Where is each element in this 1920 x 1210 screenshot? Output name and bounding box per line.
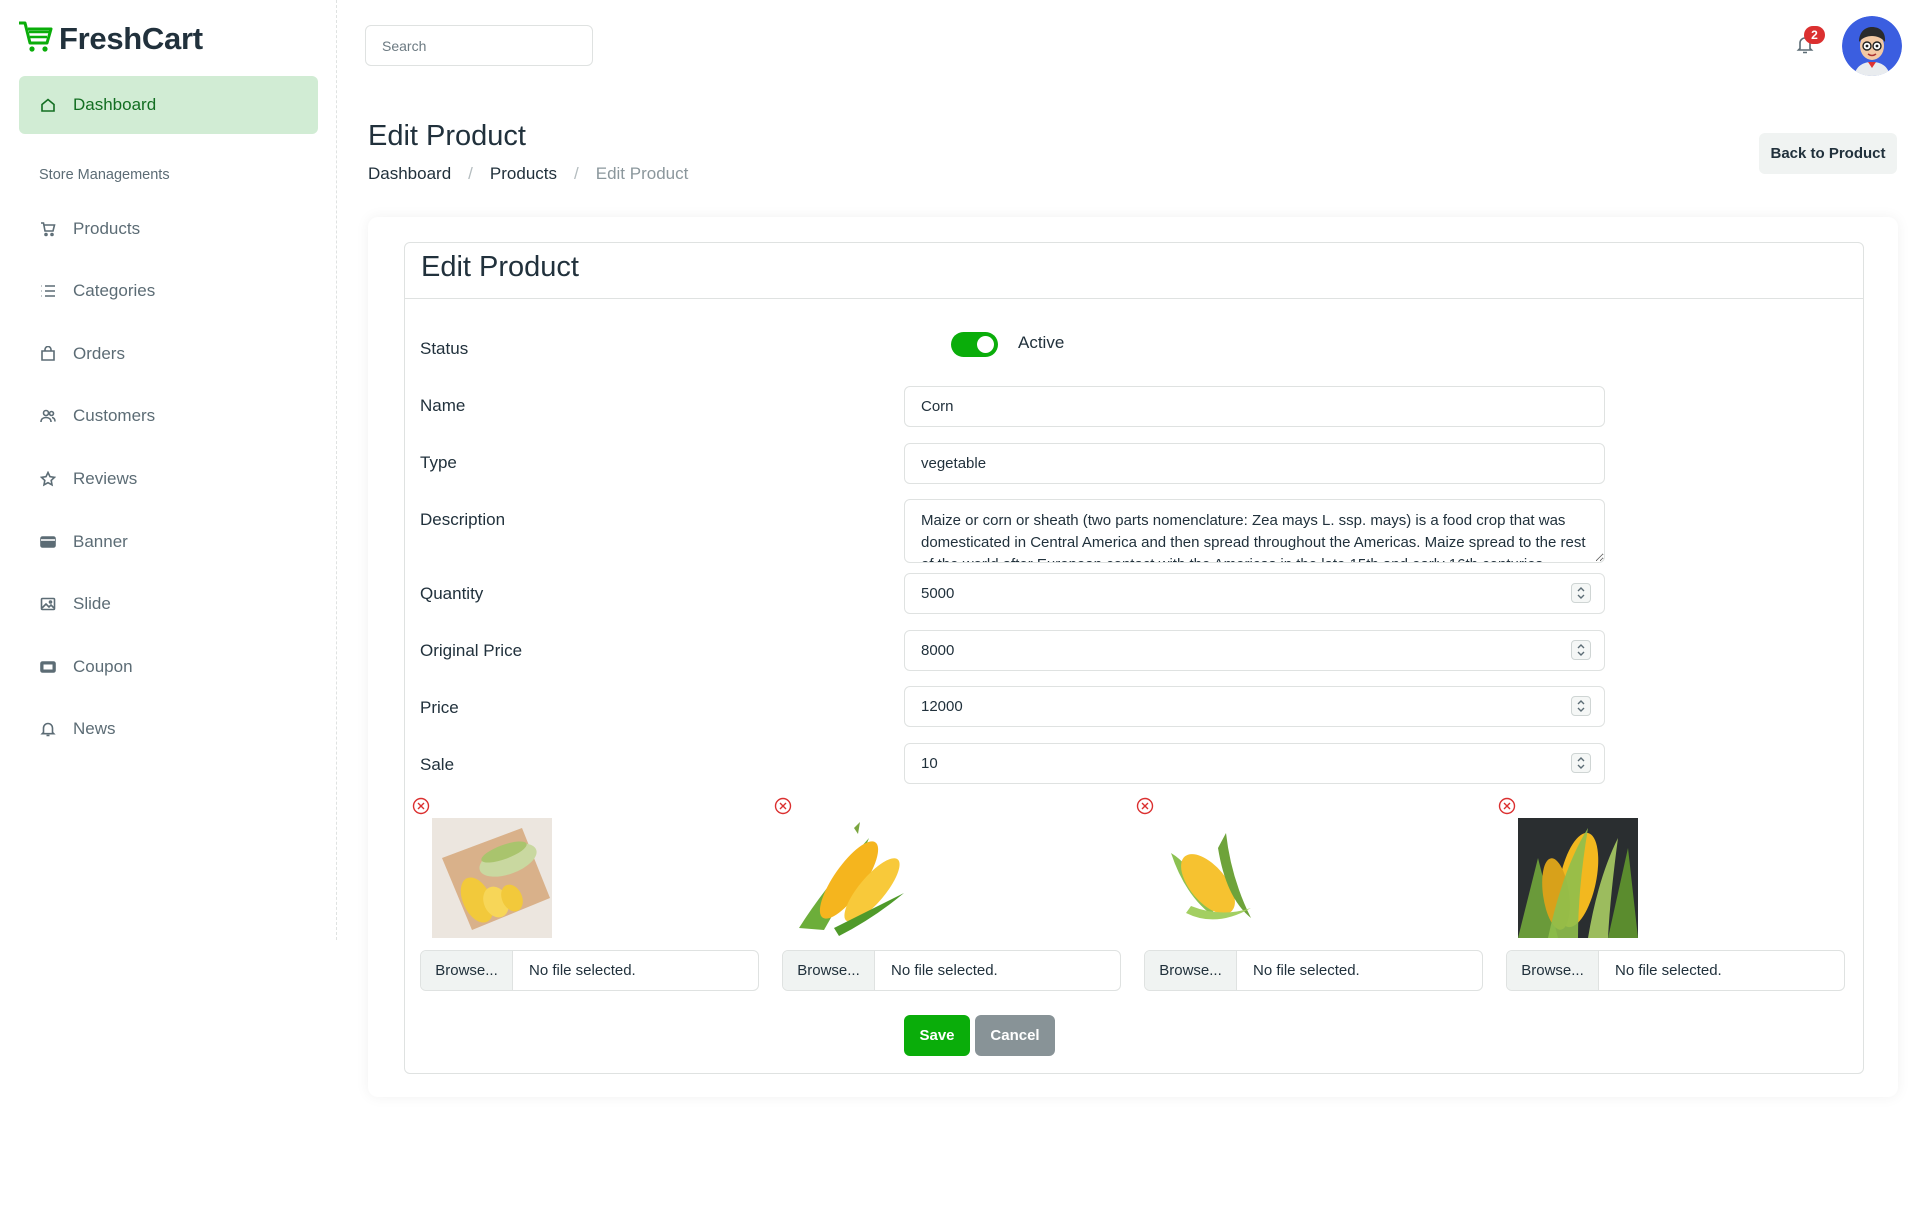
spinner-icon[interactable]	[1571, 583, 1591, 603]
browse-button[interactable]: Browse...	[421, 951, 513, 990]
type-input[interactable]	[904, 443, 1605, 484]
users-icon	[39, 407, 57, 425]
remove-image-icon[interactable]	[412, 797, 430, 815]
image-3-file-input[interactable]: Browse... No file selected.	[1144, 950, 1483, 991]
sidebar-item-label: Slide	[73, 594, 111, 613]
file-status: No file selected.	[1615, 962, 1722, 979]
back-to-product-button[interactable]: Back to Product	[1759, 133, 1897, 174]
sidebar-item-label: Dashboard	[73, 95, 157, 114]
sidebar-item-customers[interactable]: Customers	[19, 394, 318, 438]
sidebar-item-banner[interactable]: Banner	[19, 520, 318, 564]
product-image-2	[794, 818, 914, 938]
sale-input[interactable]	[904, 743, 1605, 784]
ticket-icon	[39, 658, 57, 676]
bag-icon	[39, 345, 57, 363]
sidebar-item-news[interactable]: News	[19, 707, 318, 751]
breadcrumb: Dashboard / Products / Edit Product	[368, 164, 688, 184]
sidebar-item-label: Banner	[73, 532, 128, 551]
image-1-file-input[interactable]: Browse... No file selected.	[420, 950, 759, 991]
logo[interactable]: FreshCart	[17, 20, 203, 58]
remove-image-icon[interactable]	[1136, 797, 1154, 815]
browse-button[interactable]: Browse...	[1145, 951, 1237, 990]
breadcrumb-separator: /	[574, 164, 579, 183]
app-name: FreshCart	[59, 21, 203, 56]
sidebar-item-coupon[interactable]: Coupon	[19, 645, 318, 689]
breadcrumb-separator: /	[468, 164, 473, 183]
save-button[interactable]: Save	[904, 1015, 970, 1056]
name-input[interactable]	[904, 386, 1605, 427]
description-textarea[interactable]: Maize or corn or sheath (two parts nomen…	[904, 499, 1605, 563]
sidebar-item-label: Reviews	[73, 469, 138, 488]
product-image-1	[432, 818, 552, 938]
status-toggle[interactable]	[951, 332, 998, 357]
page-title: Edit Product	[368, 120, 526, 152]
file-status: No file selected.	[1253, 962, 1360, 979]
status-value-label: Active	[1018, 333, 1065, 352]
shopping-cart-icon	[17, 20, 53, 59]
image-4-file-input[interactable]: Browse... No file selected.	[1506, 950, 1845, 991]
card-icon	[39, 533, 57, 551]
sidebar-item-dashboard[interactable]: Dashboard	[19, 76, 318, 134]
spinner-icon[interactable]	[1571, 696, 1591, 716]
home-icon	[39, 96, 57, 114]
cancel-button[interactable]: Cancel	[975, 1015, 1055, 1056]
sidebar-item-label: Products	[73, 219, 141, 238]
status-label: Status	[420, 339, 469, 358]
search-input[interactable]	[365, 25, 593, 66]
cart-icon	[39, 220, 57, 238]
quantity-stepper[interactable]	[904, 573, 1605, 614]
original-price-input[interactable]	[904, 630, 1605, 671]
list-icon	[39, 282, 57, 300]
price-label: Price	[420, 698, 459, 717]
bell-icon	[1796, 37, 1814, 59]
sidebar-section-heading: Store Managements	[39, 167, 170, 183]
sidebar-item-reviews[interactable]: Reviews	[19, 457, 318, 501]
original-price-label: Original Price	[420, 641, 523, 660]
product-image-3	[1156, 818, 1276, 938]
image-icon	[39, 595, 57, 613]
sidebar-item-products[interactable]: Products	[19, 207, 318, 251]
quantity-label: Quantity	[420, 584, 484, 603]
remove-image-icon[interactable]	[774, 797, 792, 815]
type-label: Type	[420, 453, 457, 472]
file-status: No file selected.	[529, 962, 636, 979]
browse-button[interactable]: Browse...	[1507, 951, 1599, 990]
sidebar: FreshCart Dashboard Store Managements Pr…	[0, 0, 337, 940]
price-input[interactable]	[904, 686, 1605, 727]
sidebar-item-orders[interactable]: Orders	[19, 332, 318, 376]
sale-label: Sale	[420, 755, 455, 774]
sidebar-item-slide[interactable]: Slide	[19, 582, 318, 626]
notification-badge: 2	[1804, 26, 1825, 44]
file-status: No file selected.	[891, 962, 998, 979]
sidebar-item-label: Categories	[73, 281, 156, 300]
image-2-file-input[interactable]: Browse... No file selected.	[782, 950, 1121, 991]
remove-image-icon[interactable]	[1498, 797, 1516, 815]
avatar[interactable]	[1842, 16, 1902, 76]
sidebar-item-label: News	[73, 719, 116, 738]
original-price-stepper[interactable]	[904, 630, 1605, 671]
panel-title: Edit Product	[421, 251, 579, 283]
breadcrumb-products[interactable]: Products	[490, 164, 557, 184]
spinner-icon[interactable]	[1571, 753, 1591, 773]
sale-stepper[interactable]	[904, 743, 1605, 784]
spinner-icon[interactable]	[1571, 640, 1591, 660]
star-icon	[39, 470, 57, 488]
quantity-input[interactable]	[904, 573, 1605, 614]
browse-button[interactable]: Browse...	[783, 951, 875, 990]
breadcrumb-dashboard[interactable]: Dashboard	[368, 164, 451, 184]
product-image-4	[1518, 818, 1638, 938]
price-stepper[interactable]	[904, 686, 1605, 727]
name-label: Name	[420, 396, 466, 415]
panel-header: Edit Product	[405, 243, 1863, 299]
sidebar-item-label: Orders	[73, 344, 125, 363]
sidebar-item-label: Customers	[73, 406, 156, 425]
breadcrumb-current: Edit Product	[595, 164, 689, 183]
sidebar-item-categories[interactable]: Categories	[19, 269, 318, 313]
bell-icon	[39, 720, 57, 738]
description-label: Description	[420, 510, 506, 529]
sidebar-item-label: Coupon	[73, 657, 133, 676]
